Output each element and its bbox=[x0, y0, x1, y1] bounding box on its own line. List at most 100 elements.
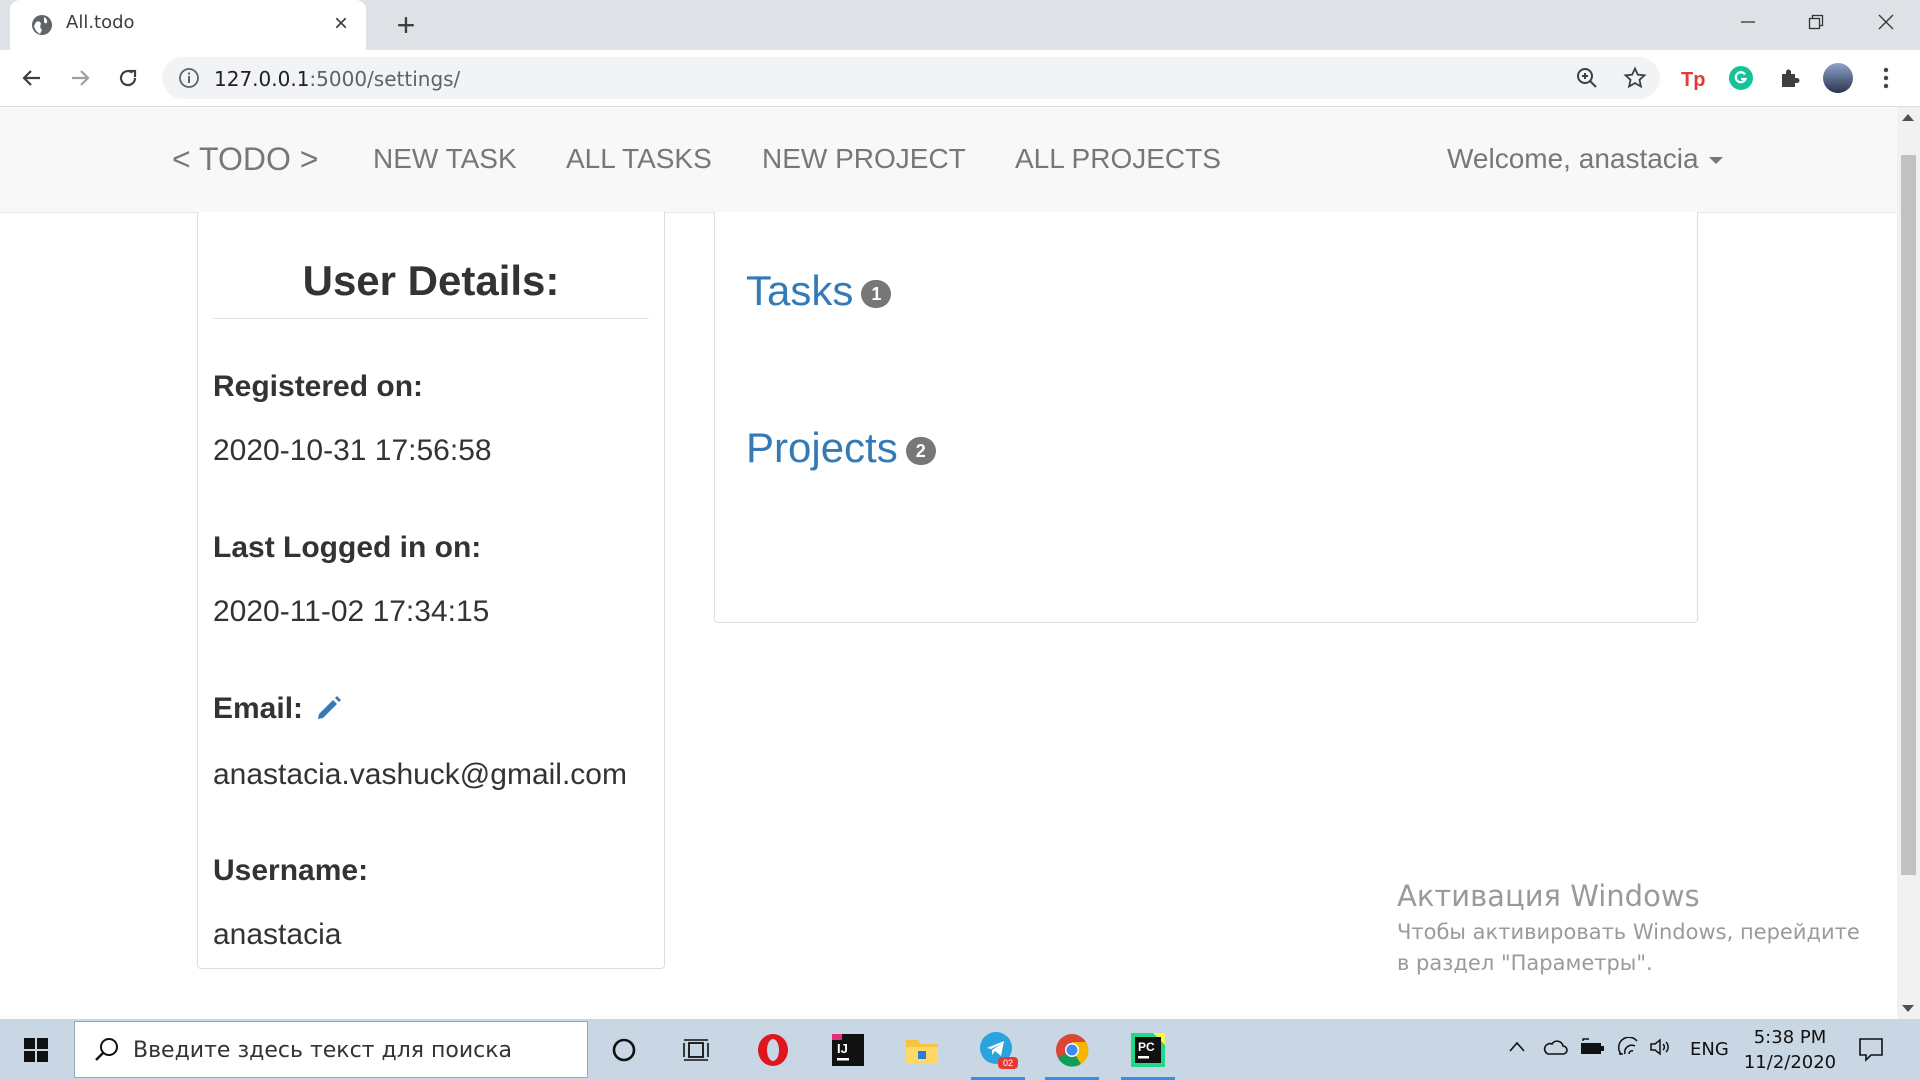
taskbar-clock[interactable]: 5:38 PM 11/2/2020 bbox=[1740, 1025, 1840, 1075]
profile-button[interactable] bbox=[1822, 62, 1854, 94]
tray-overflow-icon[interactable] bbox=[1507, 1037, 1527, 1062]
chrome-icon bbox=[1056, 1033, 1089, 1067]
projects-link[interactable]: Projects 2 bbox=[746, 424, 936, 472]
email-value: anastacia.vashuck@gmail.com bbox=[213, 758, 627, 791]
nav-all-projects[interactable]: ALL PROJECTS bbox=[1015, 143, 1221, 175]
forward-button[interactable] bbox=[64, 62, 96, 94]
pycharm-icon: PC bbox=[1131, 1032, 1165, 1067]
minimize-button[interactable] bbox=[1714, 0, 1782, 44]
cloud-icon bbox=[1543, 1040, 1568, 1055]
onedrive-icon[interactable] bbox=[1542, 1037, 1568, 1062]
windows-logo-icon bbox=[24, 1037, 48, 1062]
projects-count-badge: 2 bbox=[905, 436, 936, 465]
nav-all-tasks[interactable]: ALL TASKS bbox=[566, 143, 712, 175]
browser-tab[interactable]: All.todo × bbox=[10, 0, 366, 50]
reload-button[interactable] bbox=[112, 62, 144, 94]
task-view-button[interactable] bbox=[665, 1019, 727, 1080]
svg-text:IJ: IJ bbox=[837, 1041, 848, 1056]
user-details-title: User Details: bbox=[302, 257, 560, 304]
globe-icon bbox=[32, 15, 52, 35]
pencil-icon[interactable] bbox=[313, 692, 343, 722]
registered-label: Registered on: bbox=[213, 370, 424, 403]
chrome-menu-button[interactable] bbox=[1870, 62, 1902, 94]
clock-date: 11/2/2020 bbox=[1743, 1052, 1837, 1073]
taskbar-pycharm[interactable]: PC bbox=[1117, 1019, 1179, 1080]
back-button[interactable] bbox=[16, 62, 48, 94]
battery-status-icon bbox=[1581, 1038, 1604, 1054]
caret-down-icon bbox=[1708, 157, 1723, 165]
close-icon bbox=[1878, 14, 1894, 30]
taskbar-opera[interactable] bbox=[742, 1019, 804, 1080]
task-view-icon bbox=[683, 1038, 709, 1061]
wifi-signal-icon bbox=[1617, 1036, 1638, 1055]
page-scrollbar[interactable] bbox=[1897, 107, 1920, 1019]
extension-translate-button[interactable]: Tp bbox=[1677, 62, 1709, 94]
scroll-up-icon[interactable] bbox=[1902, 114, 1914, 121]
windows-taskbar: Введите здесь текст для поиска IJ 02 PC … bbox=[0, 1019, 1920, 1080]
folder-icon bbox=[906, 1039, 938, 1063]
browser-toolbar: 127.0.0.1:5000/settings/ Tp bbox=[0, 50, 1920, 107]
action-center-button[interactable] bbox=[1857, 1035, 1885, 1068]
speaker-icon bbox=[1650, 1038, 1669, 1056]
last-login-value: 2020-11-02 17:34:15 bbox=[213, 595, 490, 628]
puzzle-icon bbox=[1782, 69, 1800, 87]
restore-button[interactable] bbox=[1782, 0, 1850, 44]
avatar bbox=[1823, 63, 1853, 93]
taskbar-search[interactable]: Введите здесь текст для поиска bbox=[74, 1021, 588, 1078]
activation-watermark-title: Активация Windows bbox=[1397, 879, 1700, 913]
info-icon[interactable] bbox=[178, 67, 200, 89]
svg-text:PC: PC bbox=[1138, 1040, 1155, 1054]
new-tab-button[interactable]: + bbox=[389, 8, 423, 42]
page-viewport: < TODO > NEW TASK ALL TASKS NEW PROJECT … bbox=[0, 107, 1897, 1019]
activation-watermark-text: Чтобы активировать Windows, перейдите в … bbox=[1397, 920, 1860, 975]
reload-icon bbox=[119, 69, 137, 87]
start-button[interactable] bbox=[0, 1019, 72, 1080]
zoom-icon[interactable] bbox=[1575, 66, 1599, 90]
wifi-icon[interactable] bbox=[1617, 1036, 1641, 1062]
scrollbar-thumb[interactable] bbox=[1901, 155, 1916, 875]
divider bbox=[213, 318, 649, 319]
battery-icon[interactable] bbox=[1579, 1037, 1605, 1062]
close-window-button[interactable] bbox=[1852, 0, 1920, 44]
clock-time: 5:38 PM bbox=[1753, 1027, 1827, 1048]
scroll-down-icon[interactable] bbox=[1902, 1005, 1914, 1012]
email-label: Email: bbox=[213, 692, 304, 725]
minimize-icon bbox=[1741, 21, 1755, 23]
tasks-count-badge: 1 bbox=[861, 279, 892, 308]
user-dropdown[interactable]: Welcome, anastacia bbox=[1447, 143, 1723, 175]
restore-icon bbox=[1808, 14, 1824, 30]
projects-label: Projects bbox=[746, 424, 898, 471]
language-indicator[interactable]: ENG bbox=[1690, 1039, 1729, 1060]
taskbar-file-explorer[interactable] bbox=[891, 1019, 953, 1080]
intellij-icon: IJ bbox=[832, 1033, 864, 1066]
chevron-up-icon bbox=[1509, 1041, 1525, 1052]
nav-new-task[interactable]: NEW TASK bbox=[373, 143, 517, 175]
extensions-button[interactable] bbox=[1774, 62, 1806, 94]
arrow-left-icon bbox=[22, 70, 40, 86]
extension-grammarly-button[interactable] bbox=[1725, 62, 1757, 94]
taskbar-chrome[interactable] bbox=[1041, 1019, 1103, 1080]
last-login-label: Last Logged in on: bbox=[213, 531, 482, 564]
svg-text:Tp: Tp bbox=[1681, 69, 1705, 90]
tab-title: All.todo bbox=[66, 12, 135, 33]
star-icon[interactable] bbox=[1623, 66, 1647, 90]
taskbar-telegram[interactable]: 02 bbox=[967, 1019, 1029, 1080]
stats-panel: Tasks 1 Projects 2 bbox=[714, 212, 1698, 623]
close-tab-icon[interactable]: × bbox=[326, 9, 356, 39]
browser-tabstrip: All.todo × + bbox=[0, 0, 1920, 50]
more-vertical-icon bbox=[1883, 67, 1889, 89]
taskbar-intellij[interactable]: IJ bbox=[817, 1019, 879, 1080]
search-placeholder: Введите здесь текст для поиска bbox=[133, 1038, 512, 1063]
email-label-row: Email: bbox=[213, 692, 343, 726]
brand-link[interactable]: < TODO > bbox=[172, 141, 318, 178]
search-icon bbox=[95, 1038, 118, 1061]
cortana-button[interactable] bbox=[593, 1019, 655, 1080]
tasks-link[interactable]: Tasks 1 bbox=[746, 267, 892, 315]
tasks-label: Tasks bbox=[746, 267, 854, 314]
url-text[interactable]: 127.0.0.1:5000/settings/ bbox=[214, 67, 460, 91]
nav-new-project[interactable]: NEW PROJECT bbox=[762, 143, 966, 175]
volume-icon[interactable] bbox=[1649, 1037, 1673, 1062]
address-bar[interactable]: 127.0.0.1:5000/settings/ bbox=[162, 57, 1660, 99]
arrow-right-icon bbox=[72, 70, 90, 86]
translate-extension-icon: Tp bbox=[1681, 69, 1705, 90]
